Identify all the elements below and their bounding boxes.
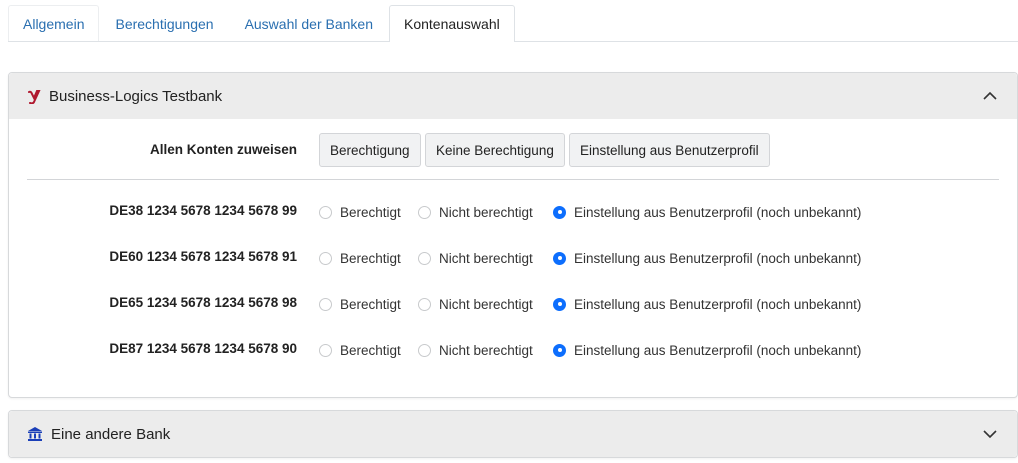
account-iban: DE87 1234 5678 1234 5678 90 bbox=[109, 341, 297, 356]
radio-label: Einstellung aus Benutzerprofil (noch unb… bbox=[574, 342, 862, 358]
chevron-down-icon[interactable] bbox=[981, 425, 999, 443]
radio-label: Berechtigt bbox=[340, 342, 401, 358]
assign-deny-button[interactable]: Keine Berechtigung bbox=[425, 133, 565, 167]
radio-button-checked[interactable] bbox=[553, 251, 566, 265]
radio-benutzerprofil[interactable]: Einstellung aus Benutzerprofil (noch unb… bbox=[553, 247, 861, 269]
radio-label: Nicht berechtigt bbox=[439, 296, 533, 312]
radio-button[interactable] bbox=[418, 205, 431, 219]
tab-bar: Allgemein Berechtigungen Auswahl der Ban… bbox=[8, 5, 1018, 42]
account-row: DE60 1234 5678 1234 5678 91 Berechtigt N… bbox=[9, 247, 1017, 269]
radio-label: Nicht berechtigt bbox=[439, 204, 533, 220]
radio-label: Nicht berechtigt bbox=[439, 342, 533, 358]
radio-label: Berechtigt bbox=[340, 204, 401, 220]
radio-benutzerprofil[interactable]: Einstellung aus Benutzerprofil (noch unb… bbox=[553, 293, 861, 315]
radio-nicht-berechtigt[interactable]: Nicht berechtigt bbox=[418, 293, 533, 315]
radio-label: Einstellung aus Benutzerprofil (noch unb… bbox=[574, 204, 862, 220]
assign-all-label: Allen Konten zuweisen bbox=[149, 142, 297, 157]
radio-berechtigt[interactable]: Berechtigt bbox=[319, 247, 401, 269]
radio-nicht-berechtigt[interactable]: Nicht berechtigt bbox=[418, 339, 533, 361]
account-iban: DE65 1234 5678 1234 5678 98 bbox=[109, 295, 297, 310]
radio-button[interactable] bbox=[319, 343, 332, 357]
bank-building-icon bbox=[27, 426, 43, 442]
bank-logo-icon bbox=[27, 88, 41, 105]
radio-button[interactable] bbox=[418, 297, 431, 311]
radio-label: Einstellung aus Benutzerprofil (noch unb… bbox=[574, 296, 862, 312]
account-row: DE65 1234 5678 1234 5678 98 Berechtigt N… bbox=[9, 293, 1017, 315]
tab-allgemein[interactable]: Allgemein bbox=[8, 5, 100, 41]
radio-benutzerprofil[interactable]: Einstellung aus Benutzerprofil (noch unb… bbox=[553, 339, 861, 361]
tab-berechtigungen[interactable]: Berechtigungen bbox=[100, 5, 229, 41]
bank-panel-eine-andere-bank: Eine andere Bank bbox=[8, 410, 1018, 458]
account-iban: DE38 1234 5678 1234 5678 99 bbox=[109, 203, 297, 218]
radio-benutzerprofil[interactable]: Einstellung aus Benutzerprofil (noch unb… bbox=[553, 201, 861, 223]
bank-panel-business-logics: Business-Logics Testbank Allen Konten zu… bbox=[8, 72, 1018, 398]
radio-button[interactable] bbox=[418, 343, 431, 357]
radio-button[interactable] bbox=[319, 205, 332, 219]
bank-panel-header[interactable]: Business-Logics Testbank bbox=[9, 73, 1017, 119]
bank-panel-title: Business-Logics Testbank bbox=[49, 87, 223, 105]
radio-button-checked[interactable] bbox=[553, 205, 566, 219]
assign-grant-button[interactable]: Berechtigung bbox=[319, 133, 421, 167]
radio-label: Berechtigt bbox=[340, 250, 401, 266]
tab-kontenauswahl[interactable]: Kontenauswahl bbox=[388, 5, 515, 42]
radio-berechtigt[interactable]: Berechtigt bbox=[319, 293, 401, 315]
radio-button[interactable] bbox=[418, 251, 431, 265]
assign-profile-button[interactable]: Einstellung aus Benutzerprofil bbox=[569, 133, 770, 167]
chevron-up-icon[interactable] bbox=[981, 87, 999, 105]
radio-label: Nicht berechtigt bbox=[439, 250, 533, 266]
account-row: DE38 1234 5678 1234 5678 99 Berechtigt N… bbox=[9, 201, 1017, 223]
radio-berechtigt[interactable]: Berechtigt bbox=[319, 201, 401, 223]
tab-auswahl-der-banken[interactable]: Auswahl der Banken bbox=[229, 5, 388, 41]
account-row: DE87 1234 5678 1234 5678 90 Berechtigt N… bbox=[9, 339, 1017, 361]
radio-button[interactable] bbox=[319, 297, 332, 311]
radio-label: Einstellung aus Benutzerprofil (noch unb… bbox=[574, 250, 862, 266]
radio-button[interactable] bbox=[319, 251, 332, 265]
radio-button-checked[interactable] bbox=[553, 343, 566, 357]
account-iban: DE60 1234 5678 1234 5678 91 bbox=[109, 249, 297, 264]
radio-button-checked[interactable] bbox=[553, 297, 566, 311]
bank-panel-title: Eine andere Bank bbox=[51, 425, 171, 443]
radio-berechtigt[interactable]: Berechtigt bbox=[319, 339, 401, 361]
radio-nicht-berechtigt[interactable]: Nicht berechtigt bbox=[418, 247, 533, 269]
divider bbox=[27, 179, 999, 180]
radio-nicht-berechtigt[interactable]: Nicht berechtigt bbox=[418, 201, 533, 223]
assign-all-row: Allen Konten zuweisen Berechtigung Keine… bbox=[9, 133, 1017, 169]
bank-panel-header[interactable]: Eine andere Bank bbox=[9, 411, 1017, 457]
radio-label: Berechtigt bbox=[340, 296, 401, 312]
